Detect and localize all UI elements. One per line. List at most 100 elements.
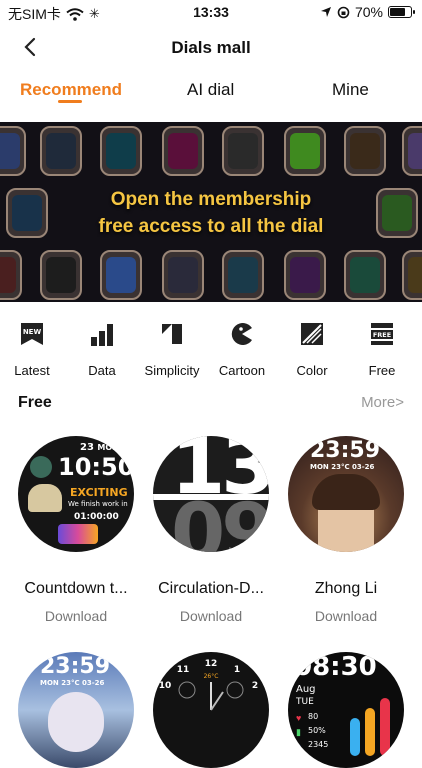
watch-thumbnail [100, 126, 142, 176]
navigation-bar: Dials mall [0, 28, 422, 68]
decor-graphic [58, 524, 98, 544]
pumpkin-icon [30, 456, 52, 478]
battery-icon [388, 6, 415, 18]
svg-text:12: 12 [205, 659, 218, 669]
dial-preview: 23 MON 10:50 EXCITING We finish work in … [18, 436, 134, 552]
dial-card-analog[interactable]: 12 1 2 11 10 26°C [147, 652, 275, 768]
watch-thumbnail [344, 250, 386, 300]
active-tab-indicator [58, 100, 82, 103]
dial-preview: 12 1 2 11 10 26°C [153, 652, 269, 768]
svg-text:1: 1 [234, 665, 240, 675]
membership-banner[interactable]: Open the membership free access to all t… [0, 122, 422, 302]
ghost-graphic [28, 484, 62, 512]
status-bar: 无SIM卡 ✳ 13:33 70% [0, 0, 422, 24]
dial-weekday: TUE [296, 697, 314, 707]
watch-thumbnail [162, 126, 204, 176]
tab-recommend[interactable]: Recommend [20, 80, 122, 100]
new-badge-text: NEW [23, 328, 42, 336]
more-link[interactable]: More> [361, 394, 404, 411]
dial-time: 08:30 [294, 652, 377, 682]
character-hair [312, 474, 380, 510]
category-color[interactable]: Color [278, 322, 346, 378]
dial-time: 23:59 [310, 438, 381, 463]
tab-mine[interactable]: Mine [332, 80, 369, 100]
category-data[interactable]: Data [68, 322, 136, 378]
dial-preview: 13 09 [153, 436, 269, 552]
dial-day: 23 [80, 442, 94, 453]
heart-icon: ♥ [296, 713, 302, 723]
dial-subtext: We finish work in [68, 500, 128, 508]
dial-card-activity[interactable]: 08:30 Aug TUE ♥ 80 ▮ 50% ● 2345 [282, 652, 410, 768]
category-free[interactable]: FREE Free [348, 322, 416, 378]
battery-small-icon: ▮ [296, 727, 301, 737]
dial-name: Circulation-D... [158, 580, 264, 597]
category-cartoon[interactable]: Cartoon [208, 322, 276, 378]
watch-thumbnail [402, 126, 422, 176]
banner-watch-row-bottom [0, 250, 422, 300]
download-button[interactable]: Download [282, 608, 410, 624]
rotation-lock-icon [337, 6, 350, 18]
svg-text:10: 10 [159, 681, 172, 691]
banner-headline: Open the membership free access to all t… [0, 186, 422, 240]
dial-steps: 2345 [308, 740, 329, 749]
category-latest[interactable]: NEW Latest [0, 322, 66, 378]
category-label: Latest [14, 363, 50, 378]
dial-date: MON 23°C 03-26 [40, 679, 105, 687]
dial-date: MON 23°C 03-26 [310, 463, 375, 471]
free-badge-text: FREE [373, 331, 391, 339]
svg-text:11: 11 [177, 665, 190, 675]
character-portrait [48, 692, 104, 752]
free-badge-icon: FREE [371, 323, 393, 345]
category-label: Simplicity [144, 363, 200, 378]
dial-heart-rate: 80 [308, 712, 319, 721]
analog-clock-face: 1212 1110 26°C [159, 659, 258, 711]
free-section-header: Free More> [18, 394, 404, 416]
dial-card-zhong-li[interactable]: 23:59 MON 23°C 03-26 Zhong Li Download [282, 436, 410, 624]
dial-preview: 23:59 MON 23°C 03-26 [18, 652, 134, 768]
watch-thumbnail [40, 250, 82, 300]
tab-ai-dial[interactable]: AI dial [187, 80, 234, 100]
watch-thumbnail [222, 126, 264, 176]
dial-preview: 23:59 MON 23°C 03-26 [288, 436, 404, 552]
bar-chart-icon [91, 324, 113, 346]
watch-thumbnail [344, 126, 386, 176]
banner-watch-row-top [0, 126, 422, 176]
dial-card-anime-blue[interactable]: 23:59 MON 23°C 03-26 [12, 652, 140, 768]
watch-thumbnail [284, 250, 326, 300]
watch-thumbnail [222, 250, 264, 300]
watch-thumbnail [284, 126, 326, 176]
category-label: Color [296, 363, 328, 378]
dial-card-countdown[interactable]: 23 MON 10:50 EXCITING We finish work in … [12, 436, 140, 624]
new-badge-icon: NEW [21, 323, 43, 345]
category-row: NEW Latest Data Simplicity Cartoon Color… [0, 322, 422, 378]
banner-line-1: Open the membership [110, 189, 312, 210]
activity-bars [348, 696, 396, 756]
download-button[interactable]: Download [12, 608, 140, 624]
svg-text:2: 2 [252, 681, 258, 691]
download-button[interactable]: Download [147, 608, 275, 624]
dial-minute: 09 [171, 488, 269, 552]
dial-name: Zhong Li [314, 580, 378, 597]
page-title: Dials mall [171, 38, 251, 57]
location-arrow-icon [320, 7, 331, 17]
dial-temperature: 26°C [204, 673, 219, 680]
dial-weekday: MON [97, 443, 119, 452]
category-label: Cartoon [218, 363, 266, 378]
watch-thumbnail [0, 126, 26, 176]
section-title: Free [18, 394, 52, 411]
category-label: Free [368, 363, 396, 378]
watch-thumbnail [402, 250, 422, 300]
dial-time: 10:50 [58, 453, 134, 481]
dial-countdown: 01:00:00 [74, 512, 119, 522]
watch-thumbnail [162, 250, 204, 300]
category-simplicity[interactable]: Simplicity [138, 322, 206, 378]
tab-bar: Recommend AI dial Mine [0, 76, 422, 112]
watch-thumbnail [0, 250, 22, 300]
category-label: Data [88, 363, 116, 378]
dial-card-circulation[interactable]: 13 09 Circulation-D... Download [147, 436, 275, 624]
dial-preview: 08:30 Aug TUE ♥ 80 ▮ 50% ● 2345 [288, 652, 404, 768]
dial-time: 23:59 [40, 654, 111, 679]
cartoon-pacman-icon [231, 323, 252, 345]
abstract-shape-icon [162, 324, 182, 344]
watch-thumbnail [100, 250, 142, 300]
